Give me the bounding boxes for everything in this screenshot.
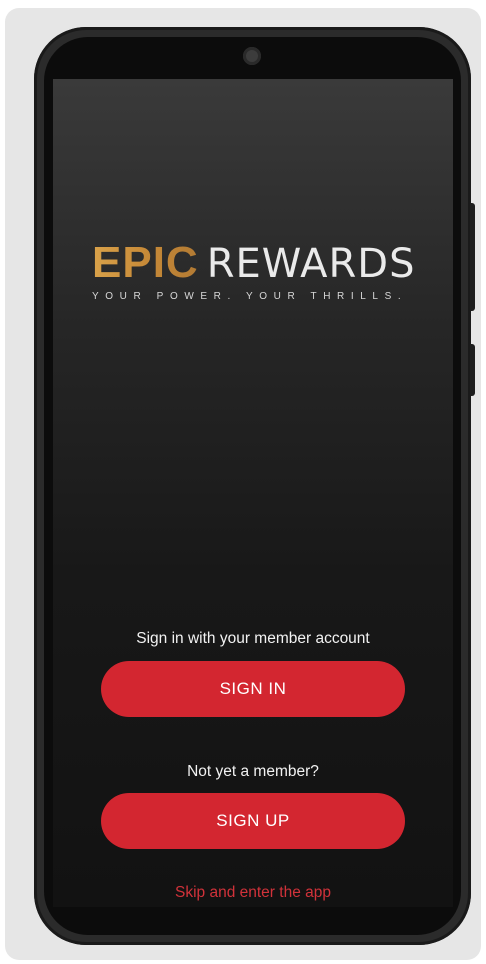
app-screen: EPIC REWARDS YOUR POWER. YOUR THRILLS. S…: [53, 79, 453, 907]
sign-up-button[interactable]: SIGN UP: [101, 793, 405, 849]
signup-caption: Not yet a member?: [187, 763, 319, 780]
logo-wordmark: EPIC REWARDS: [92, 238, 422, 288]
signin-caption: Sign in with your member account: [136, 630, 370, 647]
power-button: [470, 344, 475, 396]
logo-tagline: YOUR POWER. YOUR THRILLS.: [92, 291, 408, 302]
logo-epic: EPIC: [92, 238, 199, 287]
logo-rewards: REWARDS: [206, 241, 416, 287]
volume-button: [470, 203, 475, 311]
sign-in-button[interactable]: SIGN IN: [101, 661, 405, 717]
skip-link[interactable]: Skip and enter the app: [53, 884, 453, 902]
front-camera-icon: [243, 47, 261, 65]
brand-logo: EPIC REWARDS YOUR POWER. YOUR THRILLS.: [92, 239, 422, 309]
